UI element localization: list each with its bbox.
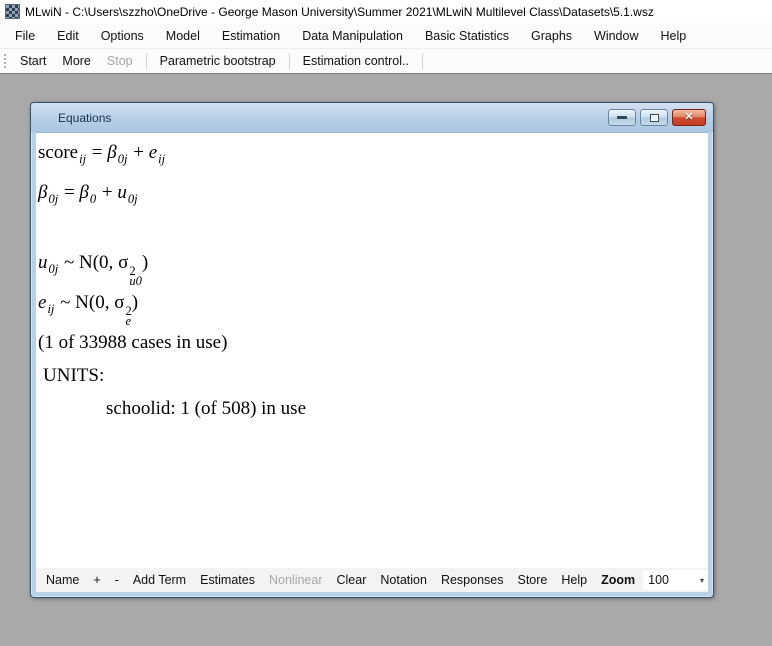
equations-window-titlebar[interactable]: Equations ✕ bbox=[31, 103, 713, 132]
menu-estimation[interactable]: Estimation bbox=[211, 25, 291, 47]
equation-token: + bbox=[97, 182, 117, 203]
equation-line[interactable]: u0j ~ N(0, σ2u0) bbox=[38, 246, 708, 286]
equation-token: score bbox=[38, 142, 78, 163]
menu-model[interactable]: Model bbox=[155, 25, 211, 47]
equations-toolbar: Name+-Add TermEstimatesNonlinearClearNot… bbox=[36, 568, 708, 592]
toolbar-estimation-control-button[interactable]: Estimation control.. bbox=[295, 50, 417, 72]
equation-token: ij bbox=[158, 152, 165, 166]
app-titlebar[interactable]: MLwiN - C:\Users\szzho\OneDrive - George… bbox=[0, 0, 772, 23]
equation-token: e bbox=[38, 292, 46, 313]
close-icon: ✕ bbox=[684, 112, 693, 123]
eq-toolbar-name-button[interactable]: Name bbox=[39, 569, 86, 591]
eq-toolbar-estimates-button[interactable]: Estimates bbox=[193, 569, 262, 591]
equation-token: 0j bbox=[128, 192, 138, 206]
equation-token: = bbox=[59, 182, 79, 203]
menu-file[interactable]: File bbox=[4, 25, 46, 47]
eq-toolbar-responses-button[interactable]: Responses bbox=[434, 569, 511, 591]
menu-options[interactable]: Options bbox=[90, 25, 155, 47]
eq-toolbar-store-button[interactable]: Store bbox=[510, 569, 554, 591]
mlwin-app-icon bbox=[5, 4, 20, 19]
equation-token: ) bbox=[142, 252, 148, 273]
equation-token: + bbox=[128, 142, 148, 163]
mlwin-application: MLwiN - C:\Users\szzho\OneDrive - George… bbox=[0, 0, 772, 646]
zoom-level-select[interactable]: 100 ▾ bbox=[643, 570, 708, 590]
equation-token: u bbox=[38, 252, 48, 273]
equation-token: ~ N(0, bbox=[55, 292, 114, 313]
equations-window-title: Equations bbox=[31, 111, 111, 125]
toolbar-separator bbox=[422, 53, 423, 70]
equation-token: ) bbox=[132, 292, 138, 313]
equation-token: β bbox=[38, 182, 47, 203]
equation-token: 0j bbox=[118, 152, 128, 166]
equation-token: (1 of 33988 cases in use) bbox=[38, 332, 227, 353]
close-button[interactable]: ✕ bbox=[672, 109, 706, 126]
equation-line[interactable]: (1 of 33988 cases in use) bbox=[38, 326, 708, 359]
eq-toolbar-item-button[interactable]: - bbox=[108, 569, 126, 591]
equation-token: = bbox=[87, 142, 107, 163]
menu-data-manipulation[interactable]: Data Manipulation bbox=[291, 25, 414, 47]
estimation-toolbar: StartMoreStop Parametric bootstrap Estimat… bbox=[0, 48, 772, 73]
window-controls: ✕ bbox=[608, 109, 706, 126]
equation-token: 0 bbox=[90, 192, 96, 206]
equation-line[interactable]: UNITS: bbox=[38, 359, 708, 392]
toolbar-separator bbox=[289, 53, 290, 70]
eq-toolbar-clear-button[interactable]: Clear bbox=[330, 569, 374, 591]
equation-token: 0j bbox=[49, 262, 59, 276]
maximize-button[interactable] bbox=[640, 109, 668, 126]
equation-token: 0j bbox=[48, 192, 58, 206]
menu-window[interactable]: Window bbox=[583, 25, 649, 47]
eq-toolbar-help-button[interactable]: Help bbox=[554, 569, 594, 591]
chevron-down-icon: ▾ bbox=[700, 576, 704, 585]
equation-token: UNITS: bbox=[43, 365, 104, 386]
equation-token: schoolid: 1 (of 508) in use bbox=[106, 398, 306, 419]
equation-token: ij bbox=[47, 302, 54, 316]
eq-toolbar-item-button[interactable]: + bbox=[86, 569, 107, 591]
menu-graphs[interactable]: Graphs bbox=[520, 25, 583, 47]
toolbar-parametric-bootstrap-button[interactable]: Parametric bootstrap bbox=[152, 50, 284, 72]
toolbar-start-button[interactable]: Start bbox=[12, 50, 54, 72]
equation-spacer bbox=[38, 216, 708, 246]
app-title: MLwiN - C:\Users\szzho\OneDrive - George… bbox=[25, 5, 654, 19]
toolbar-grip[interactable] bbox=[3, 53, 7, 70]
toolbar-more-button[interactable]: More bbox=[54, 50, 98, 72]
equation-token: σ bbox=[118, 252, 128, 273]
equation-token: β bbox=[79, 182, 88, 203]
equation-line[interactable]: eij ~ N(0, σ2e) bbox=[38, 286, 708, 326]
equation-token: u bbox=[117, 182, 127, 203]
menu-basic-statistics[interactable]: Basic Statistics bbox=[414, 25, 520, 47]
eq-toolbar-zoom-label: Zoom bbox=[594, 569, 642, 591]
maximize-icon bbox=[650, 114, 659, 122]
equation-token: ij bbox=[79, 152, 86, 166]
eq-toolbar-notation-button[interactable]: Notation bbox=[373, 569, 434, 591]
equation-token: σ bbox=[114, 292, 124, 313]
equation-token: ~ N(0, bbox=[59, 252, 118, 273]
equation-token: e bbox=[149, 142, 157, 163]
equation-line[interactable]: scoreij = β0j + eij bbox=[38, 136, 708, 176]
equation-line[interactable]: schoolid: 1 (of 508) in use bbox=[38, 392, 708, 425]
eq-toolbar-nonlinear-button[interactable]: Nonlinear bbox=[262, 569, 330, 591]
mdi-workspace: Equations ✕ scoreij = β0j + eijβ0j = β0 … bbox=[0, 73, 772, 645]
minimize-button[interactable] bbox=[608, 109, 636, 126]
menu-help[interactable]: Help bbox=[650, 25, 698, 47]
toolbar-stop-button[interactable]: Stop bbox=[99, 50, 141, 72]
menu-edit[interactable]: Edit bbox=[46, 25, 90, 47]
equation-token: β bbox=[107, 142, 116, 163]
zoom-level-value: 100 bbox=[648, 573, 669, 587]
equations-window: Equations ✕ scoreij = β0j + eijβ0j = β0 … bbox=[30, 102, 714, 598]
menu-bar: FileEditOptionsModelEstimationData Manip… bbox=[0, 23, 772, 48]
equation-area[interactable]: scoreij = β0j + eijβ0j = β0 + u0ju0j ~ N… bbox=[36, 132, 708, 568]
minimize-icon bbox=[617, 116, 627, 119]
eq-toolbar-add-term-button[interactable]: Add Term bbox=[126, 569, 193, 591]
toolbar-separator bbox=[146, 53, 147, 70]
equation-line[interactable]: β0j = β0 + u0j bbox=[38, 176, 708, 216]
variance-term: 2u0 bbox=[129, 266, 142, 286]
